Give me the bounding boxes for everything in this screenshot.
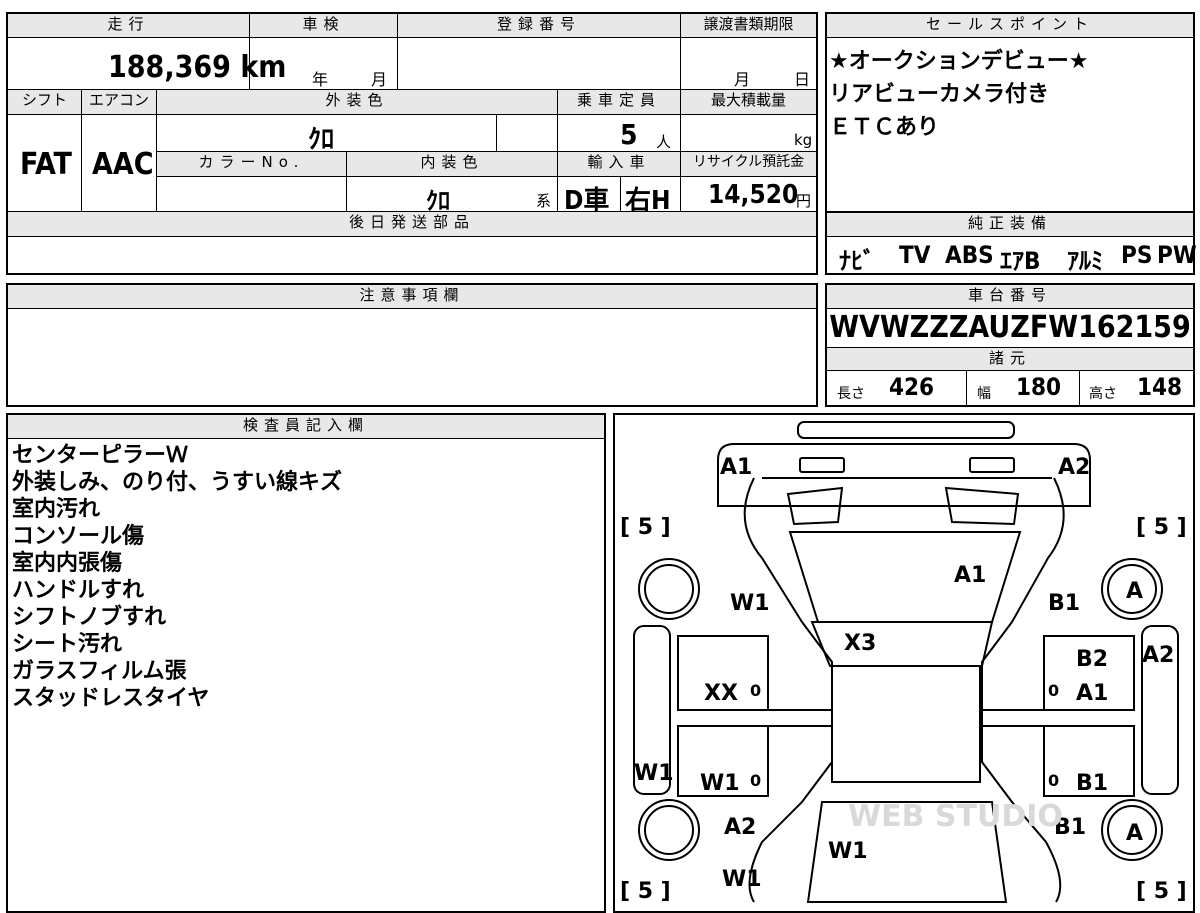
equipment-item: ﾅﾋﾞ — [839, 247, 875, 275]
equipment-item: TV — [899, 241, 931, 269]
transfer-deadline-header: 譲渡書類期限 — [681, 14, 816, 37]
length-value: 426 — [889, 373, 935, 401]
damage-mark: W1 — [634, 761, 674, 786]
damage-mark: A2 — [1058, 455, 1090, 480]
seating-capacity-header: 乗車定員 — [558, 90, 680, 114]
color-no-header: カラーNo. — [157, 152, 346, 176]
exterior-color-value: ｸﾛ — [308, 125, 335, 155]
registration-number-header: 登録番号 — [398, 14, 680, 37]
inspector-note-line: シート汚れ — [12, 632, 123, 657]
sales-point-line: ＥＴＣあり — [829, 115, 940, 140]
zero-mark: 0 — [750, 681, 761, 700]
caution-box: 注意事項欄 — [6, 283, 818, 407]
damage-diagram-box: A1 A2 A1 W1 B1 X3 B2 A2 XX A1 W1 W1 B1 A2 B1 W1 W1 A A[ 5 … — [613, 413, 1195, 913]
inspector-note-line: 室内汚れ — [12, 497, 101, 522]
sales-points-box: セールスポイント ★オークションデビュー★ リアビューカメラ付き ＥＴＣあり — [825, 12, 1195, 213]
inspection-month-unit: 月 — [371, 70, 388, 89]
equipment-item: PS — [1121, 241, 1153, 269]
seating-unit: 人 — [656, 133, 672, 151]
inspection-year-unit: 年 — [312, 70, 329, 89]
equipment-item: ABS — [945, 241, 994, 269]
tire-label: A — [1126, 579, 1143, 604]
inspector-note-line: センターピラーＷ — [12, 443, 189, 468]
interior-color-value: ｸﾛ — [426, 187, 450, 215]
sales-point-line: リアビューカメラ付き — [829, 82, 1050, 107]
transfer-month-unit: 月 — [734, 70, 751, 89]
damage-mark: A1 — [720, 455, 752, 480]
length-label: 長さ — [837, 386, 865, 402]
inspector-note-line: コンソール傷 — [12, 524, 145, 549]
transfer-day-unit: 日 — [794, 70, 811, 89]
aircon-header: エアコン — [82, 90, 156, 114]
max-load-header: 最大積載量 — [681, 90, 816, 114]
sales-point-line: ★オークションデビュー★ — [829, 49, 1089, 74]
damage-mark: B2 — [1076, 647, 1108, 672]
tread-depth-label: [ 5 ] — [620, 515, 671, 540]
damage-mark: W1 — [700, 771, 740, 796]
equipment-item: PW — [1157, 241, 1197, 269]
later-shipment-header: 後日発送部品 — [8, 212, 816, 236]
inspection-header: 車検 — [250, 14, 397, 37]
inspector-note-line: シフトノブすれ — [12, 605, 167, 630]
zero-mark: 0 — [1048, 681, 1059, 700]
interior-color-header: 内装色 — [347, 152, 557, 176]
tread-depth-label: [ 5 ] — [620, 879, 671, 904]
damage-mark: B1 — [1076, 771, 1108, 796]
width-label: 幅 — [977, 386, 991, 402]
damage-mark: A1 — [1076, 681, 1108, 706]
chassis-number-header: 車台番号 — [827, 285, 1193, 309]
damage-mark: A2 — [724, 815, 756, 840]
tread-depth-label: [ 5 ] — [1136, 515, 1187, 540]
damage-mark: A1 — [954, 563, 986, 588]
max-load-unit: kg — [794, 131, 813, 149]
recycle-fee-unit: 円 — [796, 192, 812, 210]
inspector-notes-header: 検査員記入欄 — [8, 415, 604, 439]
equipment-item: ｱﾙﾐ — [1067, 247, 1103, 275]
seating-capacity-value: 5 — [620, 118, 638, 151]
equipment-item: ｴｱB — [1000, 247, 1041, 275]
zero-mark: 0 — [1048, 771, 1059, 790]
caution-header: 注意事項欄 — [8, 285, 816, 309]
chassis-box: 車台番号 WVWZZZAUZFW162159 諸元 長さ 426 幅 180 高… — [825, 283, 1195, 407]
damage-mark: W1 — [722, 867, 762, 892]
width-value: 180 — [1016, 373, 1062, 401]
mileage-value: 188,369 km — [108, 50, 287, 85]
inspector-note-line: ガラスフィルム張 — [12, 659, 187, 684]
damage-mark: X3 — [844, 631, 876, 656]
vehicle-info-table: 走行 車検 登録番号 譲渡書類期限 188,369 km 年 月 月 日 シフト… — [6, 12, 818, 275]
shift-value: FAT — [20, 147, 72, 182]
chassis-number-value: WVWZZZAUZFW162159 — [829, 310, 1191, 345]
genuine-equipment-header: 純正装備 — [827, 213, 1193, 237]
recycle-fee-header: リサイクル預託金 — [681, 152, 816, 176]
inspector-note-line: 室内内張傷 — [12, 551, 123, 576]
import-header: 輸入車 — [558, 152, 680, 176]
height-label: 高さ — [1089, 386, 1117, 402]
genuine-equipment-box: 純正装備 ﾅﾋﾞ TV ABS ｴｱB ｱﾙﾐ PS PW — [825, 211, 1197, 275]
damage-mark: A2 — [1142, 643, 1174, 668]
mileage-header: 走行 — [8, 14, 249, 37]
height-value: 148 — [1137, 373, 1183, 401]
damage-mark: W1 — [730, 591, 770, 616]
inspector-notes-box: 検査員記入欄 センターピラーＷ 外装しみ、のり付、うすい線キズ 室内汚れ コンソ… — [6, 413, 606, 913]
shift-header: シフト — [8, 90, 81, 114]
zero-mark: 0 — [750, 771, 761, 790]
tire-label: A — [1126, 821, 1143, 846]
inspector-note-line: スタッドレスタイヤ — [12, 686, 210, 711]
inspector-note-line: 外装しみ、のり付、うすい線キズ — [12, 470, 343, 495]
inspector-note-line: ハンドルすれ — [12, 578, 145, 603]
damage-mark: W1 — [828, 839, 868, 864]
sales-points-header: セールスポイント — [827, 14, 1193, 38]
damage-mark: B1 — [1048, 591, 1080, 616]
recycle-fee-value: 14,520 — [708, 180, 799, 210]
watermark: WEB STUDIO — [848, 799, 1063, 834]
aircon-value: AAC — [92, 147, 154, 182]
damage-mark: XX — [704, 681, 738, 706]
car-diagram: A1 A2A1W1 B1X3B2 A2XX A1W1 W1 B1A2 B1W1W1AA[ 5 … — [620, 421, 1187, 904]
interior-color-suffix: 系 — [536, 192, 552, 210]
specs-header: 諸元 — [827, 347, 1193, 371]
tread-depth-label: [ 5 ] — [1136, 879, 1187, 904]
exterior-color-header: 外装色 — [157, 90, 557, 114]
